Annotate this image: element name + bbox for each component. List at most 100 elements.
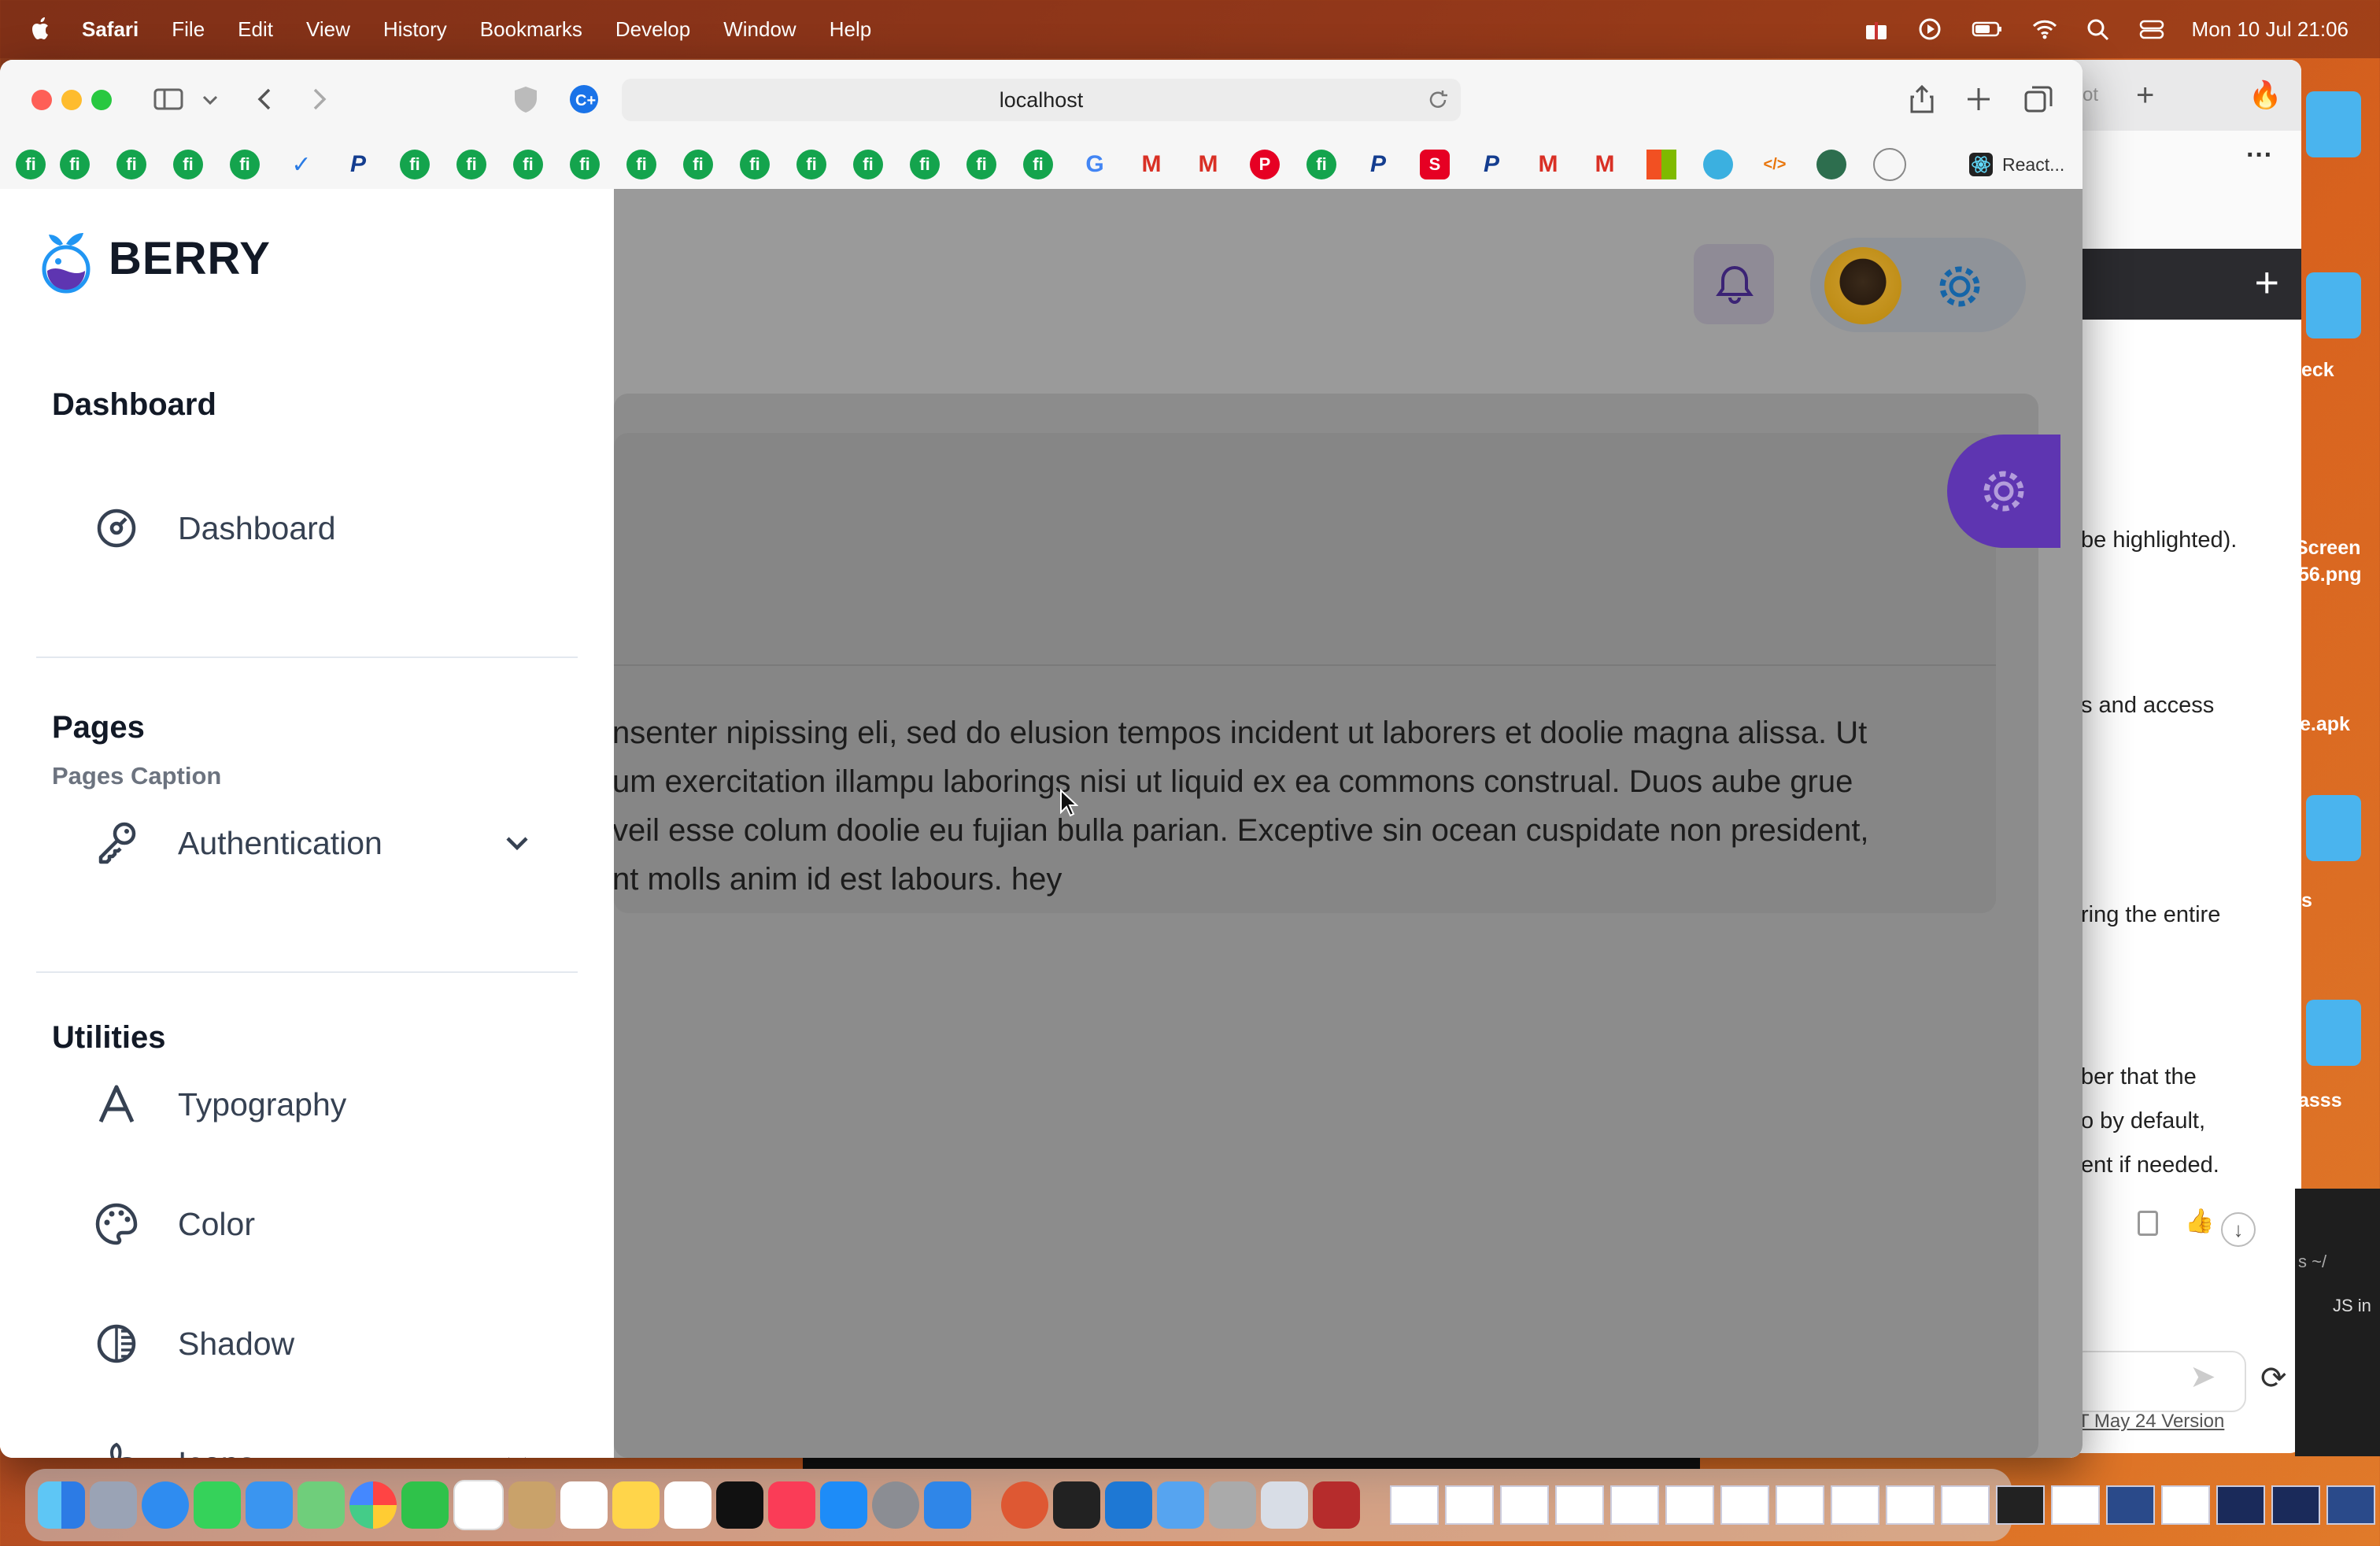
notes-icon[interactable]	[612, 1481, 660, 1529]
dictionary-icon[interactable]	[1313, 1481, 1360, 1529]
minimize-window-button[interactable]	[61, 90, 82, 110]
more-options-icon[interactable]: ···	[2246, 140, 2273, 171]
bookmark-icon[interactable]: fi	[173, 150, 203, 179]
mail-icon[interactable]	[246, 1481, 293, 1529]
minimized-window-thumbnail[interactable]	[1720, 1485, 1769, 1525]
microsoft-icon[interactable]	[1646, 150, 1676, 179]
flame-icon[interactable]: 🔥	[2249, 80, 2282, 111]
refresh-icon[interactable]: ⟳	[2260, 1360, 2287, 1396]
maps-icon[interactable]	[298, 1481, 345, 1529]
new-tab-icon[interactable]	[1963, 83, 1994, 115]
scroll-down-icon[interactable]: ↓	[2221, 1212, 2256, 1247]
bookmark-icon[interactable]: fi	[230, 150, 260, 179]
profile-chip[interactable]	[1810, 238, 2026, 332]
minimized-window-thumbnail[interactable]	[1500, 1485, 1549, 1525]
minimized-window-thumbnail[interactable]	[1390, 1485, 1439, 1525]
sidebar-item-color[interactable]: Color	[52, 1189, 556, 1259]
font-book-icon[interactable]	[1209, 1481, 1256, 1529]
pinterest-icon[interactable]: P	[1250, 150, 1280, 179]
control-center-icon[interactable]	[2138, 17, 2165, 41]
chat-input[interactable]	[2070, 1351, 2246, 1412]
chevron-down-icon[interactable]	[200, 83, 220, 115]
sidebar-item-dashboard[interactable]: Dashboard	[52, 493, 556, 564]
checkmark-bookmark-icon[interactable]: ✓	[286, 150, 316, 179]
music-icon[interactable]	[768, 1481, 815, 1529]
menu-safari[interactable]: Safari	[82, 17, 139, 42]
sidebar-toggle-icon[interactable]	[153, 83, 184, 115]
bookmark-icon[interactable]: fi	[796, 150, 826, 179]
sidebar-item-icons[interactable]: Icons	[52, 1428, 556, 1458]
apple-tv-icon[interactable]	[716, 1481, 763, 1529]
minimized-window-thumbnail[interactable]	[2161, 1485, 2210, 1525]
messages-icon[interactable]	[194, 1481, 241, 1529]
photos-icon[interactable]	[349, 1481, 397, 1529]
send-icon[interactable]: ➤	[2190, 1359, 2216, 1395]
vscode-icon[interactable]	[1105, 1481, 1152, 1529]
terminal-icon[interactable]	[1053, 1481, 1100, 1529]
menu-history[interactable]: History	[383, 17, 447, 42]
minimized-window-thumbnail[interactable]	[1996, 1485, 2045, 1525]
notification-button[interactable]	[1694, 244, 1774, 324]
chevron-down-icon[interactable]	[502, 1448, 532, 1458]
bookmark-icon[interactable]: fi	[400, 150, 430, 179]
chevron-down-icon[interactable]	[502, 828, 532, 858]
close-window-button[interactable]	[31, 90, 52, 110]
paypal-icon[interactable]: P	[1363, 150, 1393, 179]
system-settings-icon[interactable]	[872, 1481, 919, 1529]
bookmark-icon[interactable]: fi	[16, 150, 46, 179]
duckduckgo-icon[interactable]	[1001, 1481, 1048, 1529]
bookmark-icon[interactable]: fi	[910, 150, 940, 179]
sidebar-item-shadow[interactable]: Shadow	[52, 1308, 556, 1379]
paypal-icon[interactable]: P	[1476, 150, 1506, 179]
minimized-window-thumbnail[interactable]	[1665, 1485, 1714, 1525]
minimized-window-thumbnail[interactable]	[1555, 1485, 1604, 1525]
safari-window[interactable]: C+ localhost fi fi fi fi fi ✓ P fi fi fi…	[0, 60, 2082, 1458]
facetime-icon[interactable]	[401, 1481, 449, 1529]
code-icon[interactable]: </>	[1760, 150, 1790, 179]
desktop-folder-icon[interactable]	[2306, 795, 2361, 861]
finder-icon[interactable]	[38, 1481, 85, 1529]
globe-icon[interactable]	[1816, 150, 1846, 179]
calendar-icon[interactable]	[453, 1480, 504, 1530]
paypal-icon[interactable]: P	[343, 150, 373, 179]
back-icon[interactable]	[249, 83, 280, 115]
sidebar-item-authentication[interactable]: Authentication	[52, 808, 556, 878]
launchpad-icon[interactable]	[90, 1481, 137, 1529]
bookmark-icon[interactable]: fi	[116, 150, 146, 179]
sidebar-item-typography[interactable]: Typography	[52, 1069, 556, 1140]
new-tab-icon[interactable]: +	[2136, 78, 2154, 113]
xcode-icon[interactable]	[1157, 1481, 1204, 1529]
wifi-icon[interactable]	[2031, 17, 2058, 41]
bookmark-icon[interactable]: fi	[456, 150, 486, 179]
minimized-window-thumbnail[interactable]	[1941, 1485, 1990, 1525]
bookmark-icon[interactable]: fi	[683, 150, 713, 179]
contacts-icon[interactable]	[508, 1481, 556, 1529]
brand-logo[interactable]: BERRY	[36, 220, 271, 296]
desktop-folder-icon[interactable]	[2306, 91, 2361, 157]
minimized-window-thumbnail[interactable]	[1776, 1485, 1824, 1525]
bookmark-icon[interactable]: fi	[1023, 150, 1053, 179]
menu-help[interactable]: Help	[830, 17, 871, 42]
bookmark-icon[interactable]: fi	[626, 150, 656, 179]
extension-icon[interactable]: C+	[568, 83, 600, 115]
menu-window[interactable]: Window	[723, 17, 796, 42]
gmail-icon[interactable]: M	[1136, 150, 1166, 179]
reload-icon[interactable]	[1426, 88, 1450, 112]
minimized-window-thumbnail[interactable]	[2106, 1485, 2155, 1525]
minimized-window-thumbnail[interactable]	[2271, 1485, 2320, 1525]
gmail-icon[interactable]: M	[1193, 150, 1223, 179]
gmail-icon[interactable]: M	[1533, 150, 1563, 179]
bookmark-icon[interactable]: fi	[853, 150, 883, 179]
preview-icon[interactable]	[1261, 1481, 1308, 1529]
bookmark-icon[interactable]: S	[1420, 150, 1450, 179]
minimized-window-thumbnail[interactable]	[2051, 1485, 2100, 1525]
desktop-folder-icon[interactable]	[2306, 1000, 2361, 1066]
bookmark-icon[interactable]: fi	[740, 150, 770, 179]
bookmark-icon[interactable]: fi	[60, 150, 90, 179]
minimized-window-thumbnail[interactable]	[1831, 1485, 1879, 1525]
play-circle-icon[interactable]	[1916, 17, 1943, 41]
google-icon[interactable]: G	[1080, 150, 1110, 179]
minimized-window-thumbnail[interactable]	[2326, 1485, 2375, 1525]
forward-icon[interactable]	[304, 83, 335, 115]
copy-icon[interactable]	[2138, 1211, 2158, 1236]
